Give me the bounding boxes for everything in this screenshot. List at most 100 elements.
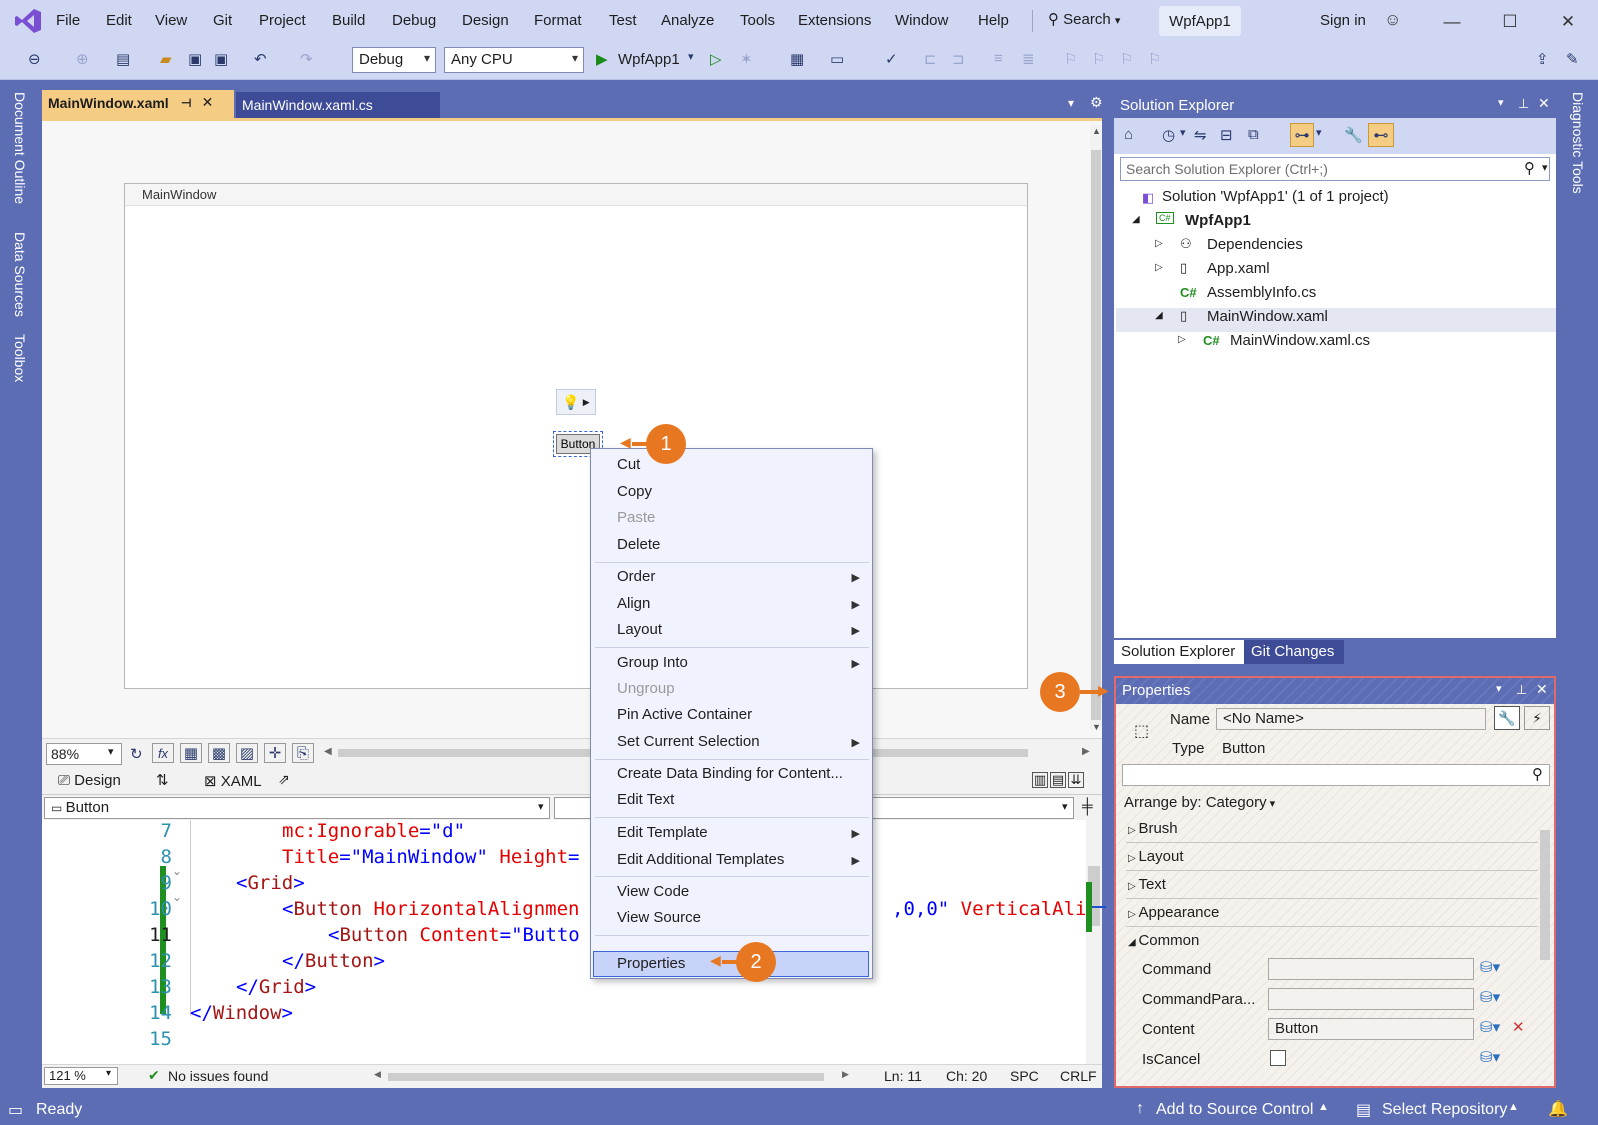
chevron-down-icon[interactable]: ▾ — [1496, 682, 1502, 695]
arrange-by-dropdown[interactable]: Arrange by: Category ▾ — [1124, 794, 1275, 811]
menu-item-edit-template[interactable]: Edit Template — [617, 824, 708, 841]
pin-icon[interactable]: ⊥ — [1518, 96, 1529, 112]
close-window-button[interactable]: ✕ — [1548, 8, 1588, 36]
scroll-down-icon[interactable]: ▼ — [1092, 722, 1101, 732]
prop-commandparameter-field[interactable] — [1268, 988, 1474, 1010]
design-tab[interactable]: ⎚ Design — [58, 772, 121, 789]
project-code-icon[interactable]: ⎘ — [292, 743, 314, 763]
start-without-debugging-icon[interactable]: ▷ — [710, 50, 722, 68]
open-file-icon[interactable]: ▰ — [160, 50, 172, 68]
tree-item-app-xaml[interactable]: App.xaml — [1207, 260, 1270, 277]
horizontal-split-icon[interactable]: ▤ — [1050, 772, 1066, 788]
reset-value-icon[interactable]: ✕ — [1512, 1018, 1525, 1036]
scroll-up-icon[interactable]: ▲ — [1092, 126, 1101, 136]
tab-mainwindow-xaml[interactable]: MainWindow.xaml ⊣ ✕ — [42, 90, 234, 118]
sync-icon[interactable]: ⇋ — [1194, 126, 1207, 144]
menu-item-align[interactable]: Align — [617, 595, 650, 612]
close-icon[interactable]: ✕ — [202, 94, 214, 111]
account-icon[interactable]: ☺ — [1384, 10, 1401, 30]
save-all-icon[interactable]: ▣ — [214, 50, 228, 68]
code-vertical-scrollbar[interactable] — [1086, 820, 1102, 1064]
tree-item-mainwindow-xaml-cs[interactable]: MainWindow.xaml.cs — [1230, 332, 1370, 349]
menu-tools[interactable]: Tools — [740, 12, 775, 29]
align-icon[interactable]: ⊏ — [924, 50, 937, 68]
element-selector[interactable]: ▭ Button — [44, 797, 550, 819]
prop-content-field[interactable]: Button — [1268, 1018, 1474, 1040]
scroll-right-icon[interactable]: ▶ — [842, 1069, 849, 1080]
menu-project[interactable]: Project — [259, 12, 306, 29]
start-debugging-icon[interactable]: ▶ — [596, 50, 608, 68]
menu-item-copy[interactable]: Copy — [617, 483, 652, 500]
snap-lines-icon[interactable]: ✛ — [264, 743, 286, 763]
feedback-icon[interactable]: ✎ — [1566, 50, 1579, 68]
collapsed-arrow-icon[interactable]: ▷ — [1155, 238, 1163, 249]
add-to-source-control[interactable]: Add to Source Control — [1156, 1101, 1313, 1119]
navigate-back-icon[interactable]: ⊖ — [28, 50, 41, 68]
quick-actions-lightbulb-icon[interactable]: 💡 ▶ — [556, 389, 596, 415]
data-binding-icon[interactable]: ⛁▾ — [1480, 958, 1500, 976]
tree-item-mainwindow-xaml[interactable]: MainWindow.xaml — [1207, 308, 1328, 325]
distribute-icon[interactable]: ⊐ — [952, 50, 965, 68]
menu-item-order[interactable]: Order — [617, 568, 655, 585]
new-project-icon[interactable]: ▤ — [116, 50, 130, 68]
menu-item-create-data-binding[interactable]: Create Data Binding for Content... — [617, 765, 843, 782]
close-icon[interactable]: ✕ — [1536, 681, 1548, 698]
prop-iscancel-checkbox[interactable] — [1270, 1050, 1286, 1066]
tab-git-changes[interactable]: Git Changes — [1244, 640, 1344, 664]
clear-bookmark-icon[interactable]: ⚐ — [1148, 50, 1161, 68]
toolbox-tab[interactable]: Toolbox — [12, 334, 28, 382]
menu-format[interactable]: Format — [534, 12, 582, 29]
document-outline-tab[interactable]: Document Outline — [12, 92, 28, 204]
menu-item-set-current-selection[interactable]: Set Current Selection — [617, 733, 760, 750]
menu-file[interactable]: File — [56, 12, 80, 29]
fold-icon[interactable]: ⌄ — [172, 890, 182, 904]
chevron-down-icon[interactable]: ▾ — [1542, 161, 1548, 174]
select-repository[interactable]: Select Repository — [1382, 1101, 1507, 1119]
share-icon[interactable]: ⇪ — [1536, 50, 1549, 68]
menu-build[interactable]: Build — [332, 12, 365, 29]
artboard-background-icon[interactable]: ▨ — [236, 743, 258, 763]
menu-design[interactable]: Design — [462, 12, 509, 29]
menu-item-properties[interactable]: Properties — [617, 955, 685, 972]
menu-item-edit-text[interactable]: Edit Text — [617, 791, 674, 808]
menu-item-edit-additional-templates[interactable]: Edit Additional Templates — [617, 851, 784, 868]
category-text[interactable]: ▷ Text — [1128, 876, 1166, 893]
prop-command-field[interactable] — [1268, 958, 1474, 980]
menu-debug[interactable]: Debug — [392, 12, 436, 29]
menu-extensions[interactable]: Extensions — [798, 12, 871, 29]
menu-item-view-code[interactable]: View Code — [617, 883, 689, 900]
navigate-forward-icon[interactable]: ⊕ — [76, 50, 89, 68]
scroll-left-icon[interactable]: ◀ — [324, 746, 332, 757]
scrollbar-thumb[interactable] — [1091, 150, 1101, 720]
filter-icon[interactable]: ⊶ — [1290, 123, 1314, 147]
data-binding-icon[interactable]: ⛁▾ — [1480, 988, 1500, 1006]
collapsed-arrow-icon[interactable]: ▷ — [1178, 334, 1186, 345]
tree-item-project[interactable]: WpfApp1 — [1185, 212, 1251, 229]
menu-item-layout[interactable]: Layout — [617, 621, 662, 638]
hot-reload-icon[interactable]: ✶ — [740, 50, 753, 68]
collapse-all-icon[interactable]: ⊟ — [1220, 126, 1233, 144]
popout-xaml-icon[interactable]: ⇗ — [278, 771, 290, 788]
properties-wrench-icon[interactable]: 🔧 — [1494, 706, 1520, 730]
prev-bookmark-icon[interactable]: ⚐ — [1092, 50, 1105, 68]
name-field[interactable]: <No Name> — [1216, 708, 1486, 730]
close-icon[interactable]: ✕ — [1538, 95, 1550, 112]
swap-panes-icon[interactable]: ⇅ — [156, 771, 169, 789]
effects-icon[interactable]: fx — [152, 743, 174, 763]
layout-icon[interactable]: ▭ — [830, 50, 844, 68]
minimize-button[interactable]: — — [1432, 8, 1472, 36]
snap-grid-icon[interactable]: ▩ — [208, 743, 230, 763]
pin-icon[interactable]: ⊣ — [181, 96, 192, 110]
show-all-files-icon[interactable]: ⧉ — [1248, 126, 1259, 143]
issues-status[interactable]: No issues found — [168, 1068, 268, 1084]
bookmark-icon[interactable]: ⚐ — [1064, 50, 1077, 68]
scroll-right-icon[interactable]: ▶ — [1082, 746, 1090, 757]
solution-explorer-search[interactable]: Search Solution Explorer (Ctrl+;) — [1120, 157, 1550, 181]
menu-analyze[interactable]: Analyze — [661, 12, 714, 29]
chevron-down-icon[interactable]: ▾ — [688, 50, 694, 63]
preview-selected-icon[interactable]: ⊷ — [1368, 123, 1394, 147]
menu-item-delete[interactable]: Delete — [617, 536, 660, 553]
menu-git[interactable]: Git — [213, 12, 232, 29]
menu-window[interactable]: Window — [895, 12, 948, 29]
code-horizontal-scrollbar[interactable] — [388, 1073, 824, 1081]
